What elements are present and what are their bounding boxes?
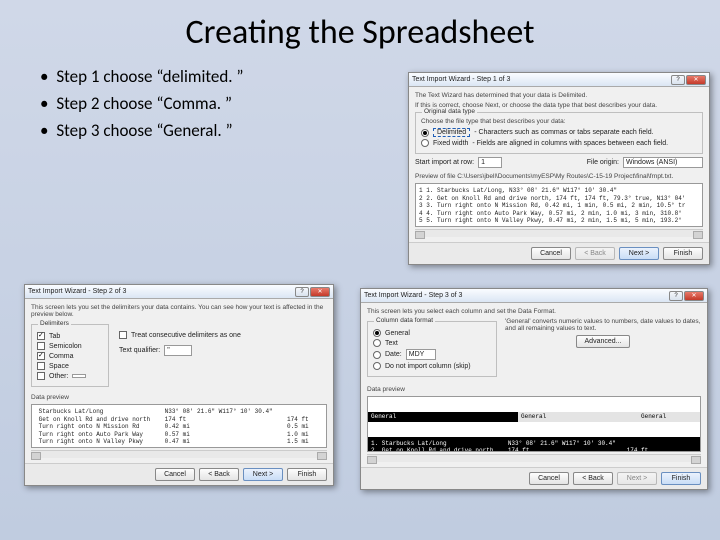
space-checkbox[interactable]: [37, 362, 45, 370]
text-radio[interactable]: [373, 339, 381, 347]
help-button-icon[interactable]: ?: [671, 75, 685, 85]
close-icon[interactable]: ✕: [310, 287, 330, 297]
data-preview-label: Data preview: [367, 386, 701, 393]
text-label: Text: [385, 340, 398, 347]
semicolon-checkbox[interactable]: [37, 342, 45, 350]
delimited-radio[interactable]: [421, 129, 429, 137]
finish-button[interactable]: Finish: [663, 247, 703, 260]
titlebar: Text Import Wizard - Step 2 of 3 ? ✕: [25, 285, 333, 299]
titlebar: Text Import Wizard - Step 3 of 3 ? ✕: [361, 289, 707, 303]
help-button-icon[interactable]: ?: [295, 287, 309, 297]
fixed-width-label: Fixed width: [433, 140, 468, 147]
comma-checkbox[interactable]: [37, 352, 45, 360]
semicolon-label: Semicolon: [49, 343, 82, 350]
data-preview-label: Data preview: [31, 394, 327, 401]
general-desc: 'General' converts numeric values to num…: [505, 318, 701, 332]
preview-path-label: Preview of file C:\Users\jbell\Documents…: [415, 173, 703, 180]
text-qualifier-label: Text qualifier:: [119, 347, 160, 354]
close-icon[interactable]: ✕: [684, 291, 704, 301]
dialog-title: Text Import Wizard - Step 1 of 3: [412, 76, 510, 83]
col2-header[interactable]: General: [518, 412, 638, 422]
text-qualifier-dropdown[interactable]: ": [164, 345, 192, 356]
treat-consecutive-label: Treat consecutive delimiters as one: [131, 332, 241, 339]
col1-header[interactable]: General: [368, 412, 518, 422]
advanced-button[interactable]: Advanced...: [576, 335, 631, 348]
group-desc: Choose the file type that best describes…: [421, 118, 697, 125]
next-button: Next >: [617, 472, 657, 485]
original-data-type-group: Original data type Choose the file type …: [415, 112, 703, 154]
col3-header[interactable]: General: [638, 412, 700, 422]
start-row-field[interactable]: 1: [478, 157, 502, 168]
other-field[interactable]: [72, 374, 86, 378]
column-format-legend: Column data format: [374, 317, 435, 324]
delimited-desc: - Characters such as commas or tabs sepa…: [474, 129, 653, 136]
other-checkbox[interactable]: [37, 372, 45, 380]
finish-button[interactable]: Finish: [287, 468, 327, 481]
comma-label: Comma: [49, 353, 74, 360]
cancel-button[interactable]: Cancel: [529, 472, 569, 485]
data-preview: General General General 1. Starbucks Lat…: [367, 396, 701, 452]
back-button: < Back: [575, 247, 615, 260]
slide-title: Creating the Spreadsheet: [0, 0, 720, 63]
titlebar: Text Import Wizard - Step 1 of 3 ? ✕: [409, 73, 709, 87]
preview-scrollbar[interactable]: [367, 454, 701, 462]
delimited-label: Delimited: [433, 128, 470, 137]
space-label: Space: [49, 363, 69, 370]
start-row-label: Start import at row:: [415, 159, 474, 166]
treat-consecutive-checkbox[interactable]: [119, 331, 127, 339]
back-button[interactable]: < Back: [199, 468, 239, 481]
group-legend: Original data type: [422, 108, 477, 115]
general-label: General: [385, 330, 410, 337]
wizard-step2-dialog: Text Import Wizard - Step 2 of 3 ? ✕ Thi…: [24, 284, 334, 486]
cancel-button[interactable]: Cancel: [531, 247, 571, 260]
next-button[interactable]: Next >: [619, 247, 659, 260]
tab-label: Tab: [49, 333, 60, 340]
close-icon[interactable]: ✕: [686, 75, 706, 85]
column-format-group: Column data format General Text Date:MDY…: [367, 321, 497, 377]
wizard-instruction-text: This screen lets you set the delimiters …: [31, 304, 327, 318]
next-button[interactable]: Next >: [243, 468, 283, 481]
delimiters-legend: Delimiters: [38, 320, 71, 327]
wizard-step1-dialog: Text Import Wizard - Step 1 of 3 ? ✕ The…: [408, 72, 710, 265]
skip-radio[interactable]: [373, 362, 381, 370]
tab-checkbox[interactable]: [37, 332, 45, 340]
dialog-title: Text Import Wizard - Step 2 of 3: [28, 288, 126, 295]
back-button[interactable]: < Back: [573, 472, 613, 485]
date-label: Date:: [385, 351, 402, 358]
help-button-icon[interactable]: ?: [669, 291, 683, 301]
preview-scrollbar[interactable]: [415, 229, 703, 237]
other-label: Other:: [49, 373, 68, 380]
data-preview: Starbucks Lat/Long N33° 08' 21.6" W117° …: [31, 404, 327, 448]
finish-button[interactable]: Finish: [661, 472, 701, 485]
date-radio[interactable]: [373, 351, 381, 359]
preview-scrollbar[interactable]: [31, 450, 327, 458]
general-radio[interactable]: [373, 329, 381, 337]
fixed-width-radio[interactable]: [421, 139, 429, 147]
file-origin-dropdown[interactable]: Windows (ANSI): [623, 157, 703, 168]
date-format-dropdown[interactable]: MDY: [406, 349, 436, 360]
skip-label: Do not import column (skip): [385, 363, 471, 370]
cancel-button[interactable]: Cancel: [155, 468, 195, 481]
file-origin-label: File origin:: [587, 159, 619, 166]
delimiters-group: Delimiters Tab Semicolon Comma Space Oth…: [31, 324, 109, 387]
wizard-step3-dialog: Text Import Wizard - Step 3 of 3 ? ✕ Thi…: [360, 288, 708, 490]
wizard-detect-text: The Text Wizard has determined that your…: [415, 92, 703, 99]
file-preview: 1 1. Starbucks Lat/Long, N33° 08' 21.6" …: [415, 183, 703, 227]
fixed-width-desc: - Fields are aligned in columns with spa…: [472, 140, 668, 147]
dialog-title: Text Import Wizard - Step 3 of 3: [364, 292, 462, 299]
wizard-instruction-text: This screen lets you select each column …: [367, 308, 701, 315]
